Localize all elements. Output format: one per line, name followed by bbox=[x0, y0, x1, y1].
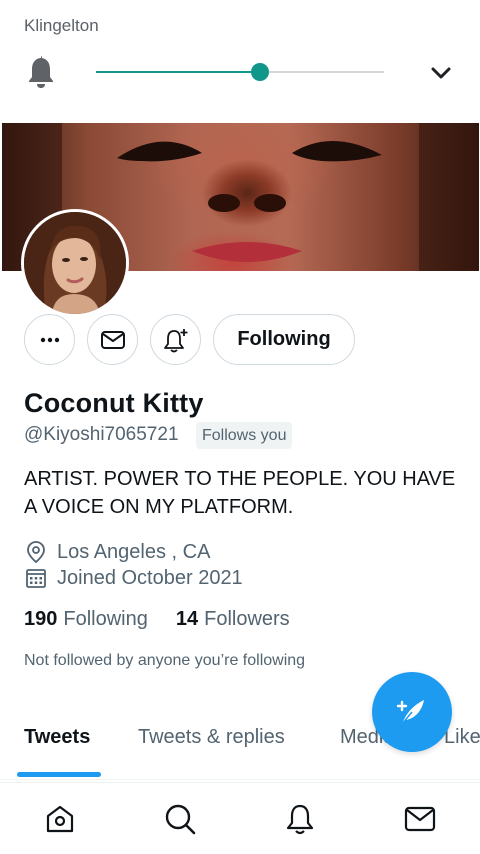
tabs-divider bbox=[0, 779, 480, 780]
compose-tweet-button[interactable] bbox=[372, 672, 452, 752]
followers-label: Followers bbox=[204, 608, 290, 630]
slider-fill bbox=[96, 71, 261, 73]
follow-counts: 190 Following 14 Followers bbox=[24, 608, 318, 631]
more-dots-icon bbox=[40, 337, 59, 342]
bottom-navigation bbox=[0, 782, 480, 854]
following-count: 190 bbox=[24, 608, 58, 630]
message-button[interactable] bbox=[87, 314, 138, 365]
location-text: Los Angeles , CA bbox=[57, 540, 211, 563]
followers-count-link[interactable]: 14 Followers bbox=[176, 608, 290, 631]
location-pin-icon bbox=[27, 541, 45, 564]
notifications-bell-icon[interactable] bbox=[282, 801, 318, 837]
bell-plus-icon bbox=[163, 328, 187, 352]
profile-name: Coconut Kitty bbox=[24, 388, 204, 418]
profile-bio: ARTIST. POWER TO THE PEOPLE. YOU HAVE A … bbox=[24, 468, 456, 518]
following-count-link[interactable]: 190 Following bbox=[24, 608, 148, 631]
profile-location: Los Angeles , CA bbox=[24, 540, 210, 564]
home-icon[interactable] bbox=[42, 801, 78, 837]
following-button[interactable]: Following bbox=[213, 314, 355, 365]
followers-count: 14 bbox=[175, 608, 199, 630]
tab-tweets[interactable]: Tweets bbox=[24, 726, 90, 749]
bell-icon[interactable] bbox=[24, 54, 58, 90]
profile-joined: Joined October 2021 bbox=[24, 566, 243, 590]
volume-slider[interactable] bbox=[96, 62, 384, 82]
profile-handle: @Kiyoshi7065721 bbox=[24, 424, 179, 445]
follows-you-badge: Follows you bbox=[196, 422, 293, 449]
joined-text: Joined October 2021 bbox=[57, 566, 243, 589]
chevron-down-icon[interactable] bbox=[428, 60, 454, 86]
compose-feather-icon bbox=[396, 700, 424, 725]
more-button[interactable] bbox=[24, 314, 75, 365]
calendar-icon bbox=[26, 569, 46, 588]
mail-icon bbox=[100, 330, 125, 349]
not-followed-text: Not followed by anyone you’re following bbox=[24, 652, 306, 669]
notify-button[interactable] bbox=[150, 314, 201, 365]
slider-thumb[interactable] bbox=[251, 63, 270, 81]
tab-likes[interactable]: Likes bbox=[444, 726, 480, 749]
messages-mail-icon[interactable] bbox=[402, 801, 438, 837]
search-icon[interactable] bbox=[162, 801, 198, 837]
avatar-image bbox=[24, 212, 126, 314]
volume-title: Klingelton bbox=[24, 16, 99, 35]
following-label: Following bbox=[63, 608, 148, 630]
volume-panel: Klingelton bbox=[0, 0, 480, 122]
active-tab-indicator bbox=[17, 772, 101, 777]
avatar[interactable] bbox=[21, 209, 129, 317]
tab-tweets-replies[interactable]: Tweets & replies bbox=[138, 726, 285, 749]
